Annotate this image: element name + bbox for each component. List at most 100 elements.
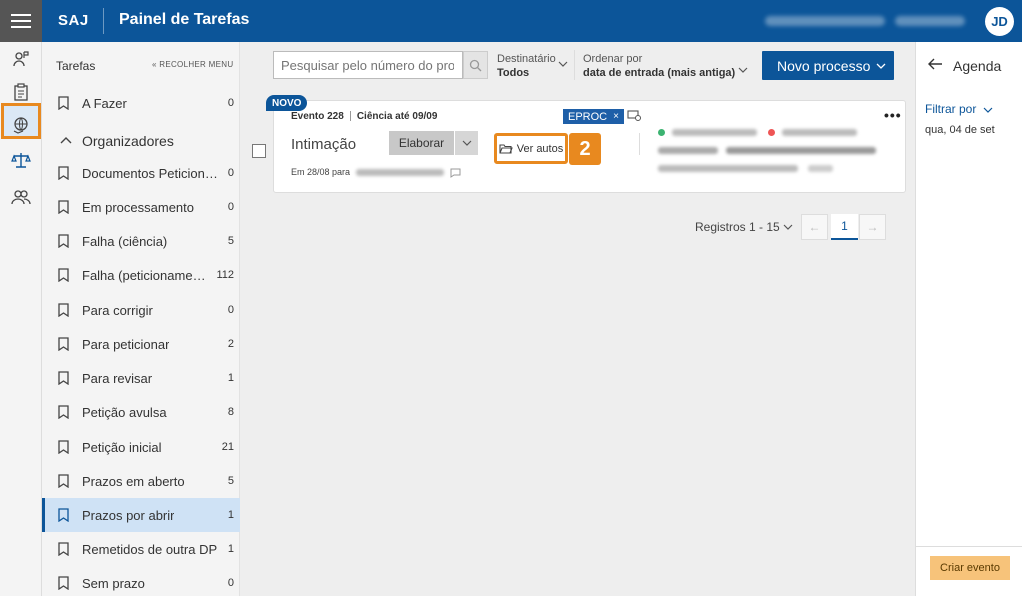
sidebar-item-label: Falha (peticionamento): [82, 267, 207, 283]
chevron-down-icon: [738, 67, 748, 73]
sidebar-item-count: 1: [227, 543, 234, 555]
more-options-button[interactable]: •••: [884, 107, 902, 123]
chevron-up-icon: [60, 137, 72, 144]
sidebar-item-peticao-avulsa[interactable]: Petição avulsa 8: [42, 395, 240, 429]
elaborar-menu-button[interactable]: [455, 131, 478, 155]
filtrar-por-dropdown[interactable]: Filtrar por: [925, 102, 993, 116]
sidebar-item-count: 2: [227, 338, 234, 350]
party-status-icon: [658, 129, 665, 137]
blurred-assignee: [355, 169, 444, 177]
chevron-down-icon: [983, 107, 993, 113]
search-icon: [469, 59, 482, 71]
group-icon[interactable]: [11, 187, 31, 207]
callout-badge-2: 2: [569, 133, 601, 165]
next-page-button[interactable]: →: [859, 214, 886, 240]
sidebar-group-organizadores[interactable]: Organizadores: [42, 126, 240, 156]
bookmark-icon: [58, 303, 69, 317]
sidebar-item-label: Prazos por abrir: [82, 507, 175, 523]
search-button[interactable]: [463, 51, 488, 79]
blurred-party-2: [781, 129, 857, 137]
bookmark-icon: [58, 200, 69, 214]
blurred-user-info: [765, 16, 885, 26]
sidebar-item-label: A Fazer: [82, 95, 127, 111]
novo-badge: NOVO: [266, 95, 308, 111]
criar-evento-button[interactable]: Criar evento: [930, 556, 1010, 580]
top-bar: SAJ Painel de Tarefas JD: [0, 0, 1022, 42]
prev-page-button[interactable]: ←: [801, 214, 828, 240]
blurred-subject: [725, 147, 876, 155]
sidebar-item-count: 21: [221, 441, 234, 453]
parties-info: [658, 124, 857, 139]
bookmark-icon: [58, 405, 69, 419]
sidebar-item-count: 5: [227, 475, 234, 487]
sidebar-item-count: 1: [227, 509, 234, 521]
sidebar-item-para-corrigir[interactable]: Para corrigir 0: [42, 293, 240, 327]
blurred-extra: [807, 165, 833, 173]
process-number-info: [658, 160, 833, 175]
sidebar-item-a-fazer[interactable]: A Fazer 0: [42, 86, 240, 120]
bookmark-icon: [58, 337, 69, 351]
sidebar-item-count: 8: [227, 406, 234, 418]
sidebar-item-label: Para revisar: [82, 370, 153, 386]
destinatario-value: Todos: [497, 67, 530, 79]
event-number: Evento 228: [291, 111, 344, 122]
sidebar-item-documentos-peticionados[interactable]: Documentos Peticionados 0: [42, 156, 240, 190]
sidebar-item-label: Para corrigir: [82, 302, 153, 318]
globe-hand-icon[interactable]: [11, 115, 31, 135]
ver-autos-button[interactable]: Ver autos: [494, 133, 568, 164]
bookmark-icon: [58, 96, 69, 110]
current-page[interactable]: 1: [831, 214, 858, 240]
page-title: Painel de Tarefas: [119, 11, 250, 28]
blurred-party-1: [671, 129, 757, 137]
window-link-icon[interactable]: [627, 110, 641, 121]
bookmark-icon: [58, 268, 69, 282]
bookmark-icon: [58, 576, 69, 590]
clipboard-icon[interactable]: [11, 82, 31, 102]
bookmark-icon: [58, 474, 69, 488]
task-type: Intimação: [291, 136, 357, 153]
sidebar-item-falha-peticionamento[interactable]: Falha (peticionamento) 112: [42, 258, 240, 292]
folder-open-icon: [499, 144, 513, 154]
sidebar-item-prazos-em-aberto[interactable]: Prazos em aberto 5: [42, 464, 240, 498]
assigned-info: Em 28/08 para: [291, 167, 461, 178]
destinatario-label: Destinatário: [497, 53, 556, 65]
task-checkbox[interactable]: [252, 144, 266, 158]
sidebar-item-count: 0: [227, 97, 234, 109]
arrow-left-icon[interactable]: [928, 58, 943, 70]
agenda-title: Agenda: [953, 58, 1002, 74]
sidebar-item-remetidos[interactable]: Remetidos de outra DP 1: [42, 532, 240, 566]
process-class-info: [658, 142, 876, 157]
records-label: Registros 1 - 15: [695, 220, 780, 234]
sidebar-item-count: 0: [227, 577, 234, 589]
sidebar-item-em-processamento[interactable]: Em processamento 0: [42, 190, 240, 224]
sidebar-item-para-revisar[interactable]: Para revisar 1: [42, 361, 240, 395]
elaborar-button[interactable]: Elaborar: [389, 131, 454, 155]
sidebar-item-sem-prazo[interactable]: Sem prazo 0: [42, 566, 240, 596]
sidebar-title: Tarefas: [56, 59, 96, 73]
scales-icon[interactable]: [11, 150, 31, 170]
sidebar-item-label: Documentos Peticionados: [82, 165, 222, 181]
sistema-remove-button[interactable]: ×: [613, 111, 619, 122]
sidebar-item-count: 0: [227, 201, 234, 213]
ver-autos-label: Ver autos: [516, 142, 564, 155]
novo-processo-button[interactable]: Novo processo: [762, 51, 894, 80]
ordenar-value: data de entrada (mais antiga): [583, 67, 736, 79]
sidebar-item-falha-ciencia[interactable]: Falha (ciência) 5: [42, 224, 240, 258]
search-input[interactable]: [274, 52, 454, 78]
sidebar-item-label: Falha (ciência): [82, 233, 168, 249]
comment-icon[interactable]: [450, 168, 461, 178]
collapse-menu-button[interactable]: « RECOLHER MENU: [152, 60, 233, 69]
ciencia-deadline: Ciência até 09/09: [356, 111, 438, 122]
sidebar-item-peticao-inicial[interactable]: Petição inicial 21: [42, 430, 240, 464]
sidebar-item-para-peticionar[interactable]: Para peticionar 2: [42, 327, 240, 361]
chevron-down-icon: [876, 63, 886, 69]
user-flag-icon[interactable]: [11, 49, 31, 69]
menu-icon[interactable]: [0, 0, 42, 42]
sidebar-item-count: 0: [227, 304, 234, 316]
sidebar-item-prazos-por-abrir[interactable]: Prazos por abrir 1: [42, 498, 240, 532]
bookmark-icon: [58, 440, 69, 454]
avatar[interactable]: JD: [985, 7, 1014, 36]
brand-logo[interactable]: SAJ: [58, 12, 89, 29]
chevron-down-icon[interactable]: [783, 224, 793, 230]
toolbar-divider: [574, 50, 575, 80]
